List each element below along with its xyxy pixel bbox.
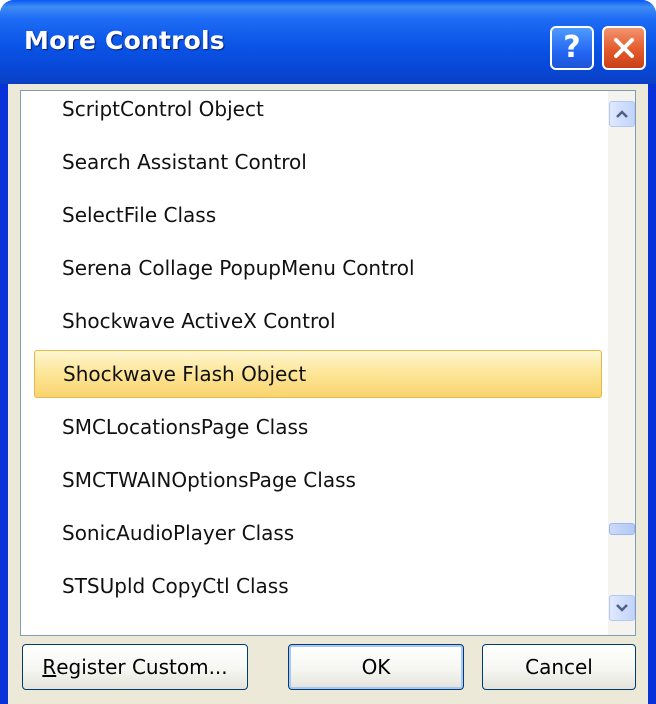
cancel-label: Cancel bbox=[525, 655, 593, 679]
list-item[interactable]: STSUpld CopyCtl Class bbox=[34, 562, 602, 610]
more-controls-dialog: More Controls ? ScriptControl Object Sea… bbox=[0, 0, 656, 704]
list-item[interactable]: SMCLocationsPage Class bbox=[34, 403, 602, 451]
chevron-down-icon bbox=[616, 604, 628, 612]
list-item-selected[interactable]: Shockwave Flash Object bbox=[34, 350, 602, 398]
register-label: egister Custom... bbox=[56, 655, 228, 679]
ok-label: OK bbox=[361, 655, 391, 679]
list-item[interactable]: SonicAudioPlayer Class bbox=[34, 509, 602, 557]
dialog-body: ScriptControl Object Search Assistant Co… bbox=[8, 84, 648, 704]
title-bar[interactable]: More Controls ? bbox=[0, 0, 656, 84]
register-mnemonic: R bbox=[42, 655, 57, 679]
close-icon bbox=[614, 38, 634, 58]
controls-listbox[interactable]: ScriptControl Object Search Assistant Co… bbox=[20, 90, 636, 636]
scroll-up-button[interactable] bbox=[609, 101, 635, 127]
help-icon: ? bbox=[563, 30, 581, 65]
list-item[interactable]: SMCTWAINOptionsPage Class bbox=[34, 456, 602, 504]
list-item[interactable]: Search Assistant Control bbox=[34, 138, 602, 186]
help-button[interactable]: ? bbox=[550, 26, 594, 70]
vertical-scrollbar[interactable] bbox=[608, 91, 635, 635]
scroll-down-button[interactable] bbox=[609, 595, 635, 621]
window-title: More Controls bbox=[24, 26, 225, 55]
chevron-up-icon bbox=[616, 110, 628, 118]
register-custom-button[interactable]: Register Custom... bbox=[22, 644, 248, 690]
list-item[interactable]: Shockwave ActiveX Control bbox=[34, 297, 602, 345]
list-item[interactable]: Serena Collage PopupMenu Control bbox=[34, 244, 602, 292]
ok-button[interactable]: OK bbox=[288, 644, 464, 690]
list-item[interactable]: SelectFile Class bbox=[34, 191, 602, 239]
scrollbar-thumb[interactable] bbox=[609, 523, 635, 535]
cancel-button[interactable]: Cancel bbox=[482, 644, 636, 690]
list-item[interactable]: ScriptControl Object bbox=[34, 91, 602, 133]
close-button[interactable] bbox=[602, 26, 646, 70]
